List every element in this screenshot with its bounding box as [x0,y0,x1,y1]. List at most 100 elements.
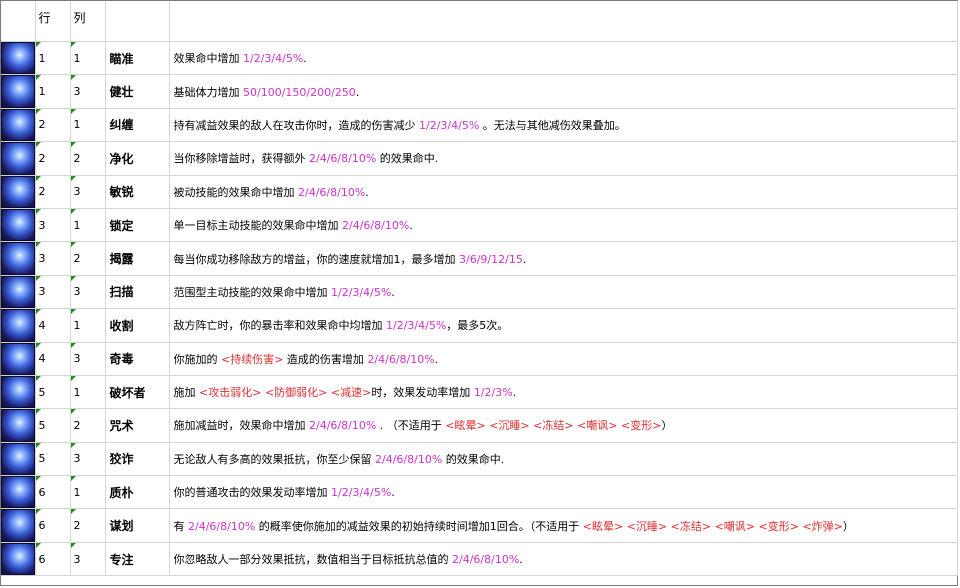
talent-name-cell[interactable]: 净化 [105,141,170,176]
talent-desc-cell[interactable]: 持有减益效果的敌人在攻击你时，造成的伤害减少 1/2/3/4/5% 。无法与其他… [169,108,958,143]
row-number-cell[interactable]: 3 [35,275,71,310]
desc-text: 持有减益效果的敌人在攻击你时，造成的伤害减少 [173,118,419,132]
header-name-cell[interactable] [105,1,170,42]
col-number-cell[interactable]: 1 [70,475,106,510]
col-number-cell[interactable]: 3 [70,542,106,577]
col-number-cell[interactable]: 2 [70,241,106,276]
talent-name-cell[interactable]: 敏锐 [105,175,170,209]
talent-icon[interactable] [1,375,36,410]
talent-desc-cell[interactable]: 无论敌人有多高的效果抵抗，你至少保留 2/4/6/8/10% 的效果命中. [169,442,958,477]
talent-icon[interactable] [1,241,36,276]
row-number-cell[interactable]: 2 [35,141,71,176]
talent-icon[interactable] [1,308,36,343]
talent-icon-image [2,343,34,374]
talent-icon[interactable] [1,208,36,243]
desc-text: . [365,185,369,199]
talent-icon[interactable] [1,41,36,76]
header-row-label[interactable]: 行 [35,1,71,42]
talent-name-cell[interactable]: 谋划 [105,508,170,543]
desc-text: . [303,52,307,66]
col-number-cell[interactable]: 1 [70,375,106,410]
col-number-cell[interactable]: 2 [70,408,106,443]
desc-text: ，最多5次。 [446,319,509,333]
talent-icon[interactable] [1,442,36,477]
col-number-cell[interactable]: 3 [70,342,106,376]
col-number-cell[interactable]: 2 [70,508,106,543]
row-number-cell[interactable]: 6 [35,475,71,510]
talent-icon[interactable] [1,408,36,443]
row-number-cell[interactable]: 1 [35,74,71,109]
row-number-cell[interactable]: 5 [35,442,71,477]
talent-desc-cell[interactable]: 单一目标主动技能的效果命中增加 2/4/6/8/10%. [169,208,958,243]
row-number-cell[interactable]: 1 [35,41,71,76]
talent-icon[interactable] [1,141,36,176]
talent-icon[interactable] [1,108,36,143]
talent-icon[interactable] [1,275,36,310]
row-number-cell[interactable]: 5 [35,375,71,410]
talent-name-cell[interactable]: 揭露 [105,241,170,276]
talent-desc-cell[interactable]: 基础体力增加 50/100/150/200/250. [169,74,958,109]
desc-text: 造成的伤害增加 [283,352,368,366]
table-row: 1 3 健壮 基础体力增加 50/100/150/200/250. [1,74,958,109]
row-number-cell[interactable]: 2 [35,108,71,143]
row-number-cell[interactable]: 6 [35,508,71,543]
talent-name-cell[interactable]: 收割 [105,308,170,343]
talent-name-cell[interactable]: 质朴 [105,475,170,510]
talent-desc-cell[interactable]: 施加 <攻击弱化> <防御弱化> <减速>时，效果发动率增加 1/2/3%. [169,375,958,410]
talent-desc-cell[interactable]: 范围型主动技能的效果命中增加 1/2/3/4/5%. [169,275,958,310]
talent-desc-cell[interactable]: 被动技能的效果命中增加 2/4/6/8/10%. [169,175,958,209]
talent-icon[interactable] [1,342,36,376]
table-row: 3 1 锁定 单一目标主动技能的效果命中增加 2/4/6/8/10%. [1,208,958,243]
row-number-cell[interactable]: 5 [35,408,71,443]
col-number-cell[interactable]: 1 [70,41,106,76]
talent-desc-cell[interactable]: 效果命中增加 1/2/3/4/5%. [169,41,958,76]
row-number-cell[interactable]: 4 [35,342,71,376]
col-number-cell[interactable]: 3 [70,275,106,310]
talent-icon[interactable] [1,508,36,543]
col-number-cell[interactable]: 3 [70,74,106,109]
header-icon-cell[interactable] [1,1,36,42]
talent-icon[interactable] [1,542,36,577]
talent-desc-cell[interactable]: 当你移除增益时，获得额外 2/4/6/8/10% 的效果命中. [169,141,958,176]
col-number-cell[interactable]: 3 [70,442,106,477]
row-number-cell[interactable]: 2 [35,175,71,209]
talent-name-cell[interactable]: 奇毒 [105,342,170,376]
col-number-cell[interactable]: 1 [70,308,106,343]
row-number-cell[interactable]: 3 [35,208,71,243]
col-number-cell[interactable]: 1 [70,108,106,143]
talent-desc-cell[interactable]: 你施加的 <持续伤害> 造成的伤害增加 2/4/6/8/10%. [169,342,958,376]
talent-name-cell[interactable]: 瞄准 [105,41,170,76]
talent-name-cell[interactable]: 专注 [105,542,170,577]
talent-name-cell[interactable]: 纠缠 [105,108,170,143]
talent-desc-cell[interactable]: 你的普通攻击的效果发动率增加 1/2/3/4/5%. [169,475,958,510]
row-number-cell[interactable]: 4 [35,308,71,343]
talent-name-cell[interactable]: 咒术 [105,408,170,443]
talent-desc-cell[interactable]: 敌方阵亡时，你的暴击率和效果命中均增加 1/2/3/4/5%，最多5次。 [169,308,958,343]
value-highlight: 1/2/3/4/5% [419,118,480,132]
col-number-cell[interactable]: 1 [70,208,106,243]
talent-icon[interactable] [1,74,36,109]
table-row: 6 2 谋划有 2/4/6/8/10% 的概率使你施加的减益效果的初始持续时间增加1… [1,508,958,543]
row-number-cell[interactable]: 6 [35,542,71,577]
header-desc-cell[interactable] [169,1,958,42]
talent-name-cell[interactable]: 破坏者 [105,375,170,410]
talent-name-cell[interactable]: 锁定 [105,208,170,243]
value-highlight: 2/4/6/8/10% [452,553,520,567]
header-col-label[interactable]: 列 [70,1,106,42]
talent-name-cell[interactable]: 狡诈 [105,442,170,477]
talent-desc-cell[interactable]: 施加减益时，效果命中增加 2/4/6/8/10% . （不适用于 <眩晕> <沉… [169,408,958,443]
row-number-cell[interactable]: 3 [35,241,71,276]
talent-icon[interactable] [1,475,36,510]
talent-desc-cell[interactable]: 有 2/4/6/8/10% 的概率使你施加的减益效果的初始持续时间增加1回合。（… [169,508,958,543]
table-row: 5 3 狡诈 无论敌人有多高的效果抵抗，你至少保留 2/4/6/8/10% 的效果命中… [1,442,958,477]
talent-desc-cell[interactable]: 你忽略敌人一部分效果抵抗，数值相当于目标抵抗总值的 2/4/6/8/10%. [169,542,958,577]
talent-icon-image [2,143,34,174]
col-number-cell[interactable]: 3 [70,175,106,209]
talent-name-cell[interactable]: 健壮 [105,74,170,109]
talent-name-cell[interactable]: 扫描 [105,275,170,310]
desc-text: 范围型主动技能的效果命中增加 [173,285,331,299]
col-number-cell[interactable]: 2 [70,141,106,176]
talent-desc-cell[interactable]: 每当你成功移除敌方的增益，你的速度就增加1，最多增加 3/6/9/12/15. [169,241,958,276]
value-highlight: 2/4/6/8/10% [309,419,377,433]
talent-icon[interactable] [1,175,36,209]
